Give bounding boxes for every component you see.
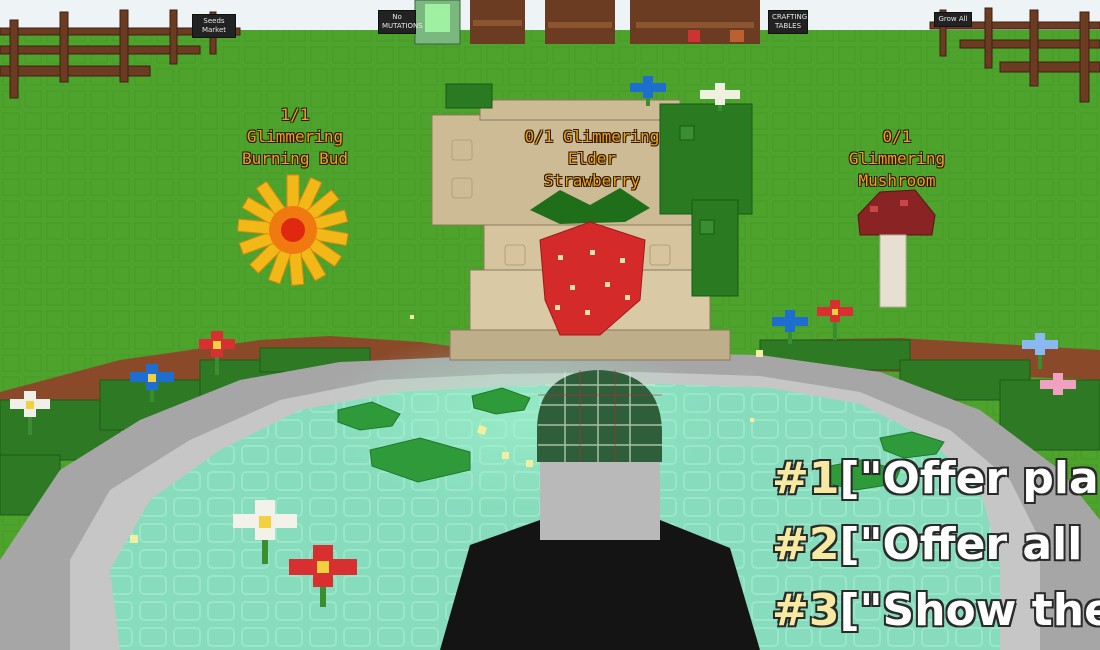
option-1[interactable]: #1["Offer pla [772,454,1099,504]
elder-strawberry-label: 0/1 Glimmering Elder Strawberry [512,126,672,192]
plant-name-line: Glimmering [563,127,660,146]
mushroom-label: 0/1 Glimmering Mushroom [827,126,967,192]
game-viewport[interactable]: Seeds Market No MUTATIONS CRAFTING TABLE… [0,0,1100,650]
plant-count: 1/1 [280,105,310,124]
plant-name-line: Glimmering [848,149,946,168]
sign-text: Seeds Market [201,17,227,34]
option-text: ["Offer pla [839,453,1099,504]
plant-name-line: Elder [567,149,617,168]
plant-count: 0/1 [882,127,912,146]
plant-name-line: Strawberry [543,171,641,190]
burning-bud-label: 1/1 Glimmering Burning Bud [225,104,365,170]
sign-text: CRAFTING TABLES [772,13,808,30]
option-text: ["Show the [839,585,1100,636]
option-number: #3 [772,585,840,636]
plant-count: 0/1 [524,127,554,146]
seeds-market-sign: Seeds Market [192,14,236,38]
option-3[interactable]: #3["Show the [772,586,1100,636]
option-number: #1 [772,453,840,504]
grow-all-sign: Grow All [934,12,972,27]
option-number: #2 [772,519,840,570]
sign-text: Grow All [938,15,968,23]
crafting-tables-sign: CRAFTING TABLES [768,10,808,34]
option-2[interactable]: #2["Offer all [772,520,1082,570]
option-text: ["Offer all [839,519,1083,570]
plant-name-line: Mushroom [858,171,936,190]
plant-name-line: Glimmering [246,127,344,146]
mutations-sign: No MUTATIONS [378,10,423,34]
plant-name-line: Burning Bud [242,149,348,168]
